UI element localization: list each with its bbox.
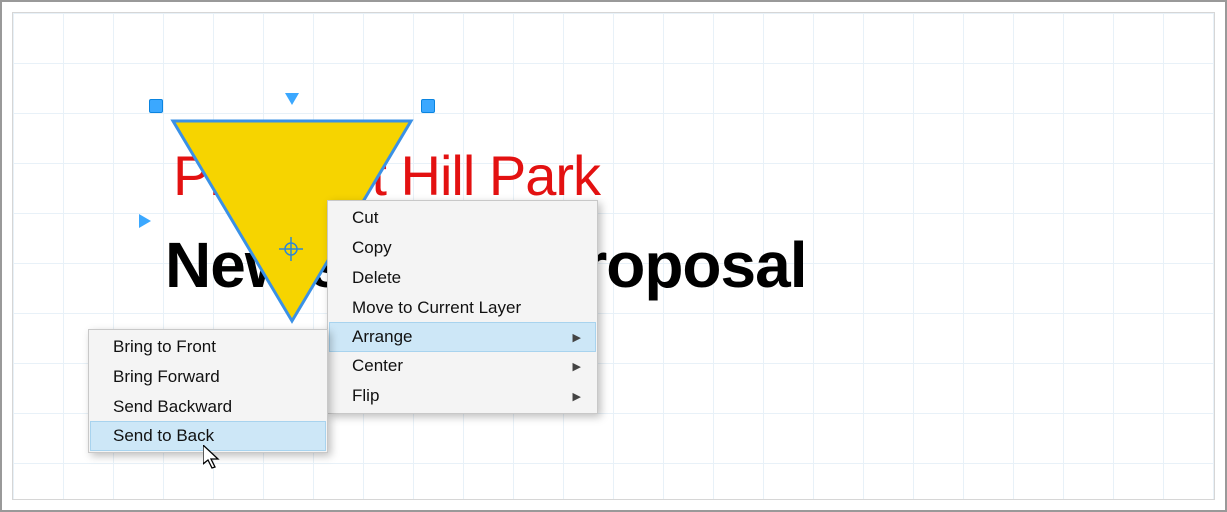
- menu-item-cut[interactable]: Cut: [330, 203, 595, 233]
- menu-item-label: Center: [352, 356, 403, 376]
- menu-item-label: Bring to Front: [113, 337, 216, 357]
- menu-item-center[interactable]: Center ▶: [330, 351, 595, 381]
- drawing-canvas[interactable]: Prospect Hill Park New seating proposal …: [12, 12, 1215, 500]
- menu-item-move-to-current-layer[interactable]: Move to Current Layer: [330, 293, 595, 323]
- menu-item-label: Move to Current Layer: [352, 298, 521, 318]
- chevron-right-icon: ▶: [573, 331, 581, 344]
- menu-item-arrange[interactable]: Arrange ▶: [329, 322, 596, 352]
- menu-item-send-backward[interactable]: Send Backward: [91, 392, 325, 422]
- menu-item-label: Delete: [352, 268, 401, 288]
- menu-item-copy[interactable]: Copy: [330, 233, 595, 263]
- menu-item-label: Bring Forward: [113, 367, 220, 387]
- menu-item-send-to-back[interactable]: Send to Back: [90, 421, 326, 451]
- menu-item-label: Copy: [352, 238, 392, 258]
- screenshot-frame: Prospect Hill Park New seating proposal …: [0, 0, 1227, 512]
- menu-item-flip[interactable]: Flip ▶: [330, 381, 595, 411]
- menu-item-label: Send to Back: [113, 426, 214, 446]
- chevron-right-icon: ▶: [573, 360, 581, 373]
- menu-item-bring-to-front[interactable]: Bring to Front: [91, 332, 325, 362]
- context-menu[interactable]: Cut Copy Delete Move to Current Layer Ar…: [327, 200, 598, 414]
- menu-item-bring-forward[interactable]: Bring Forward: [91, 362, 325, 392]
- chevron-right-icon: ▶: [573, 390, 581, 403]
- menu-item-delete[interactable]: Delete: [330, 263, 595, 293]
- menu-item-label: Cut: [352, 208, 378, 228]
- menu-item-label: Flip: [352, 386, 379, 406]
- menu-item-label: Arrange: [352, 327, 412, 347]
- arrange-submenu[interactable]: Bring to Front Bring Forward Send Backwa…: [88, 329, 328, 453]
- menu-item-label: Send Backward: [113, 397, 232, 417]
